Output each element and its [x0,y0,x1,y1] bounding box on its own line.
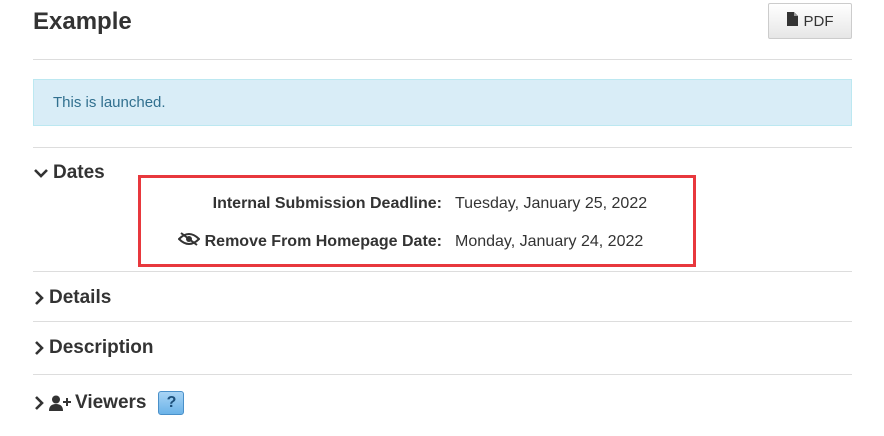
divider [33,374,852,375]
section-label-viewers: Viewers [75,392,147,413]
pdf-button[interactable]: PDF [768,3,852,39]
date-row: Internal Submission Deadline: Tuesday, J… [141,194,693,214]
section-toggle-details[interactable]: Details [33,287,111,309]
file-icon [786,12,798,30]
section-label-details: Details [49,287,112,308]
section-label-description: Description [49,337,154,358]
date-label: Remove From Homepage Date: [177,232,442,252]
dates-highlight-box: Internal Submission Deadline: Tuesday, J… [138,175,696,267]
page: Example PDF This is launched. Dates Inte… [0,0,884,436]
section-toggle-dates[interactable]: Dates [33,162,105,184]
help-button[interactable]: ? [158,391,185,415]
section-label-dates: Dates [53,162,105,183]
chevron-down-icon [33,165,49,181]
chevron-right-icon [33,340,45,356]
chevron-right-icon [33,290,45,306]
chevron-right-icon [33,395,45,411]
date-value: Tuesday, January 25, 2022 [455,195,648,212]
user-plus-icon [49,395,71,411]
date-value: Monday, January 24, 2022 [455,233,644,250]
date-label: Internal Submission Deadline: [212,195,442,212]
eye-slash-icon [177,232,201,252]
status-alert: This is launched. [33,79,852,126]
section-toggle-description[interactable]: Description [33,337,154,359]
date-row: Remove From Homepage Date: Monday, Janua… [141,232,693,252]
divider [33,271,852,272]
divider [33,321,852,322]
pdf-button-label: PDF [803,12,834,30]
page-header: Example PDF [33,0,852,60]
page-title: Example [33,8,132,35]
divider [33,147,852,148]
section-toggle-viewers[interactable]: Viewers ? [33,391,185,415]
alert-text: This is launched. [53,94,166,111]
